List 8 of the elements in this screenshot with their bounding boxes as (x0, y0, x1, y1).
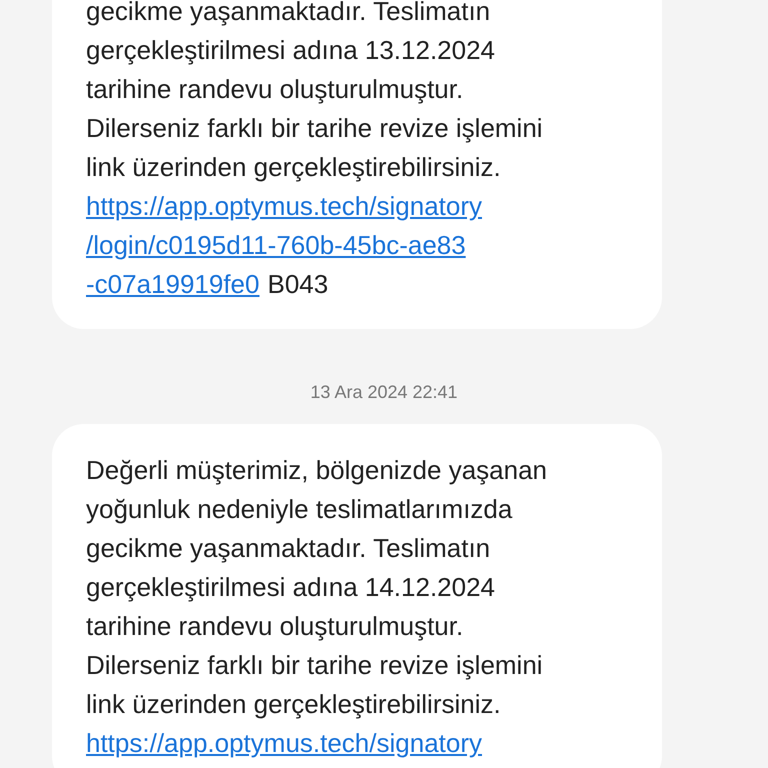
message-timestamp: 13 Ara 2024 22:41 (310, 381, 458, 404)
message-text: gecikme yaşanmaktadır. Teslimatın gerçekleştirilmesi adına 13.12.2024 tarihine randevu oluşturulmuştur. Dilerseniz farklı bir tarihe revize işlemini link üzerinden gerçekleştirebilirsiniz. (86, 0, 544, 184)
message-link[interactable]: -c07a19919fe0 (86, 265, 260, 304)
message-link[interactable]: /login/c0195d11-760b-45bc-ae83 (86, 226, 466, 265)
message-code: B043 (267, 268, 328, 301)
message-link[interactable]: https://app.optymus.tech/signatory (86, 187, 482, 226)
message-text: Değerli müşterimiz, bölgenizde yaşanan yoğunluk nedeniyle teslimatlarımızda gecikme yaşanmaktadır. Teslimatın gerçekleştirilmesi adına 14.12.2024 tarihine randevu oluşturulmuştur. Dilerseniz farklı bir tarihe revize işlemini link üzerinden gerçekleştirebilirsiniz. (86, 454, 548, 721)
message-link[interactable]: https://app.optymus.tech/signatory (86, 724, 482, 763)
